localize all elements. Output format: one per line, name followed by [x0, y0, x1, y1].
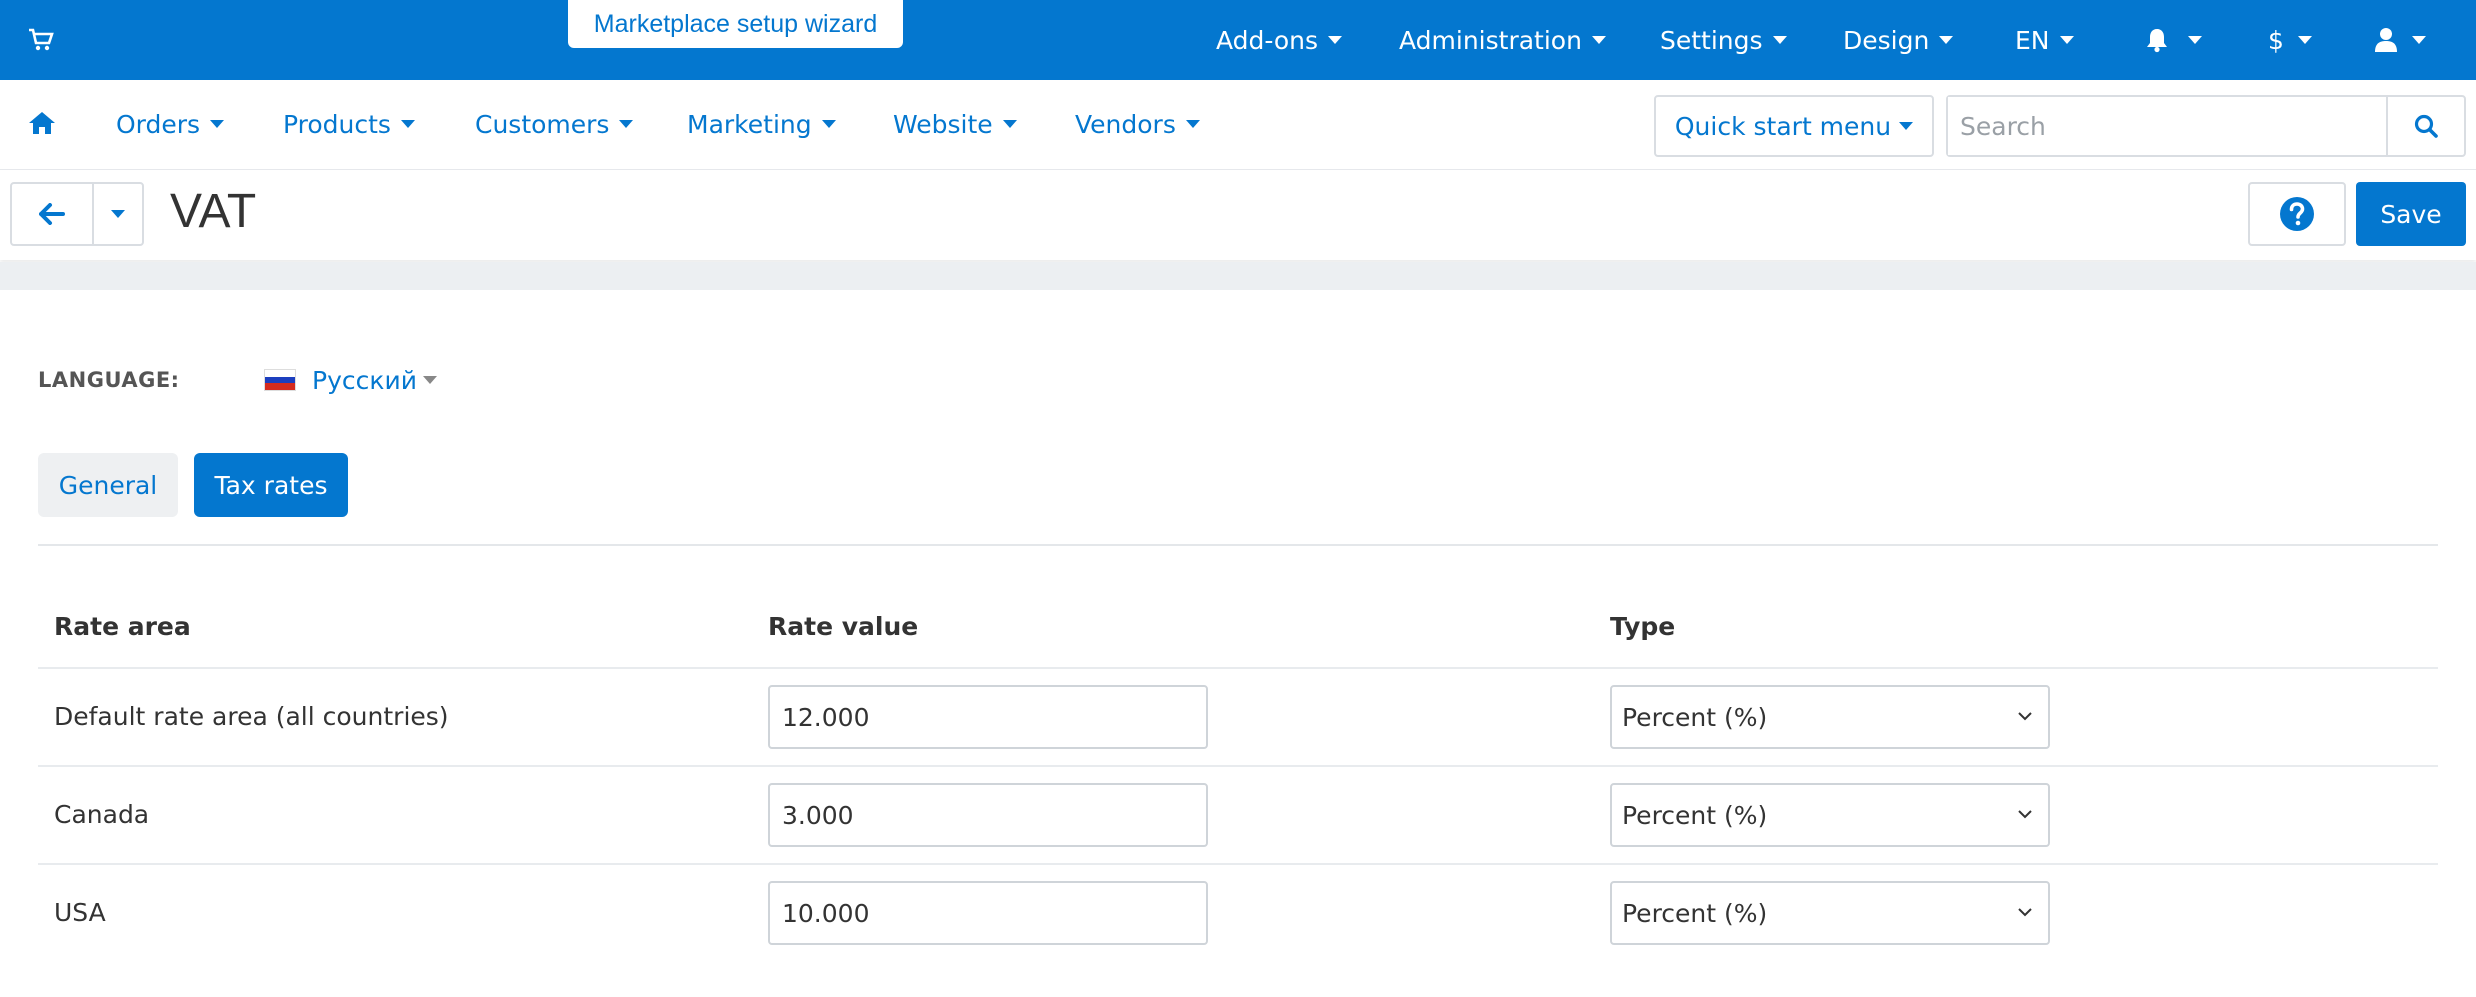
topnav-addons[interactable]: Add-ons: [1216, 20, 1343, 60]
chevron-down-icon: [619, 120, 634, 128]
tab-general[interactable]: General: [38, 453, 178, 517]
chevron-down-icon: [1772, 36, 1787, 44]
language-selected-value: Русский: [312, 365, 417, 395]
chevron-down-icon: [1591, 36, 1606, 44]
rate-value-input[interactable]: [768, 685, 1208, 749]
nav-vendors-label: Vendors: [1075, 109, 1176, 139]
table-row-divider: [38, 863, 2438, 865]
tab-tax-rates[interactable]: Tax rates: [194, 453, 348, 517]
quick-start-menu-label: Quick start menu: [1674, 111, 1892, 141]
column-header-rate-area: Rate area: [54, 612, 191, 641]
topnav-language[interactable]: EN: [2015, 20, 2074, 60]
chevron-down-icon: [2018, 810, 2032, 819]
chevron-down-icon: [111, 210, 125, 218]
rate-type-value: Percent (%): [1622, 800, 1768, 830]
help-button[interactable]: [2248, 182, 2346, 246]
user-icon: [2375, 28, 2397, 52]
chevron-down-icon: [2059, 36, 2074, 44]
page-toolbar: [0, 170, 2476, 260]
language-selector[interactable]: Русский: [264, 362, 437, 398]
topnav-language-label: EN: [2015, 25, 2050, 55]
chevron-down-icon: [1939, 36, 1954, 44]
rate-value-input[interactable]: [768, 881, 1208, 945]
rate-type-select[interactable]: Percent (%): [1610, 783, 2050, 847]
nav-customers-label: Customers: [475, 109, 610, 139]
table-row-divider: [38, 667, 2438, 669]
home-icon[interactable]: [28, 110, 56, 136]
chevron-down-icon: [1328, 36, 1343, 44]
rate-area-cell: USA: [54, 898, 106, 927]
rate-value-input[interactable]: [768, 783, 1208, 847]
rate-type-value: Percent (%): [1622, 702, 1768, 732]
nav-vendors[interactable]: Vendors: [1075, 104, 1200, 144]
chevron-down-icon: [821, 120, 836, 128]
question-icon: [2280, 197, 2314, 231]
topnav-addons-label: Add-ons: [1216, 25, 1319, 55]
chevron-down-icon: [1002, 120, 1017, 128]
nav-marketing-label: Marketing: [687, 109, 812, 139]
bell-icon: [2147, 29, 2167, 53]
marketplace-setup-wizard-button[interactable]: Marketplace setup wizard: [568, 0, 903, 48]
nav-products[interactable]: Products: [283, 104, 415, 144]
rate-type-select[interactable]: Percent (%): [1610, 881, 2050, 945]
chevron-down-icon: [400, 120, 415, 128]
rate-area-cell: Canada: [54, 800, 150, 829]
chevron-down-icon: [2018, 712, 2032, 721]
nav-products-label: Products: [283, 109, 391, 139]
search-box: [1946, 95, 2466, 157]
cart-icon[interactable]: [28, 28, 54, 52]
russia-flag-icon: [264, 369, 296, 391]
topnav-administration-label: Administration: [1399, 25, 1582, 55]
topnav-settings-label: Settings: [1660, 25, 1763, 55]
search-input[interactable]: [1948, 97, 2386, 155]
nav-marketing[interactable]: Marketing: [687, 104, 836, 144]
back-button-group: [10, 182, 144, 246]
column-header-rate-value: Rate value: [768, 612, 919, 641]
topnav-currency[interactable]: $: [2268, 20, 2312, 60]
topnav-design[interactable]: Design: [1843, 20, 1954, 60]
rate-type-select[interactable]: Percent (%): [1610, 685, 2050, 749]
column-header-type: Type: [1610, 612, 1676, 641]
nav-customers[interactable]: Customers: [475, 104, 634, 144]
language-label: LANGUAGE:: [38, 368, 180, 392]
topnav-currency-label: $: [2268, 25, 2284, 55]
table-row-divider: [38, 765, 2438, 767]
chevron-down-icon: [422, 376, 437, 384]
chevron-down-icon: [2297, 36, 2312, 44]
back-dropdown-button[interactable]: [94, 184, 142, 244]
chevron-down-icon: [210, 120, 225, 128]
nav-website[interactable]: Website: [893, 104, 1017, 144]
back-button[interactable]: [12, 184, 94, 244]
topnav-notifications[interactable]: [2144, 20, 2202, 60]
chevron-down-icon: [2188, 36, 2202, 44]
page-title: VAT: [170, 185, 257, 238]
nav-orders-label: Orders: [116, 109, 201, 139]
arrow-left-icon: [39, 203, 65, 225]
topnav-settings[interactable]: Settings: [1660, 20, 1787, 60]
search-button[interactable]: [2386, 97, 2464, 155]
topnav-administration[interactable]: Administration: [1399, 20, 1606, 60]
chevron-down-icon: [2412, 36, 2426, 44]
quick-start-menu-button[interactable]: Quick start menu: [1654, 95, 1934, 157]
nav-orders[interactable]: Orders: [116, 104, 225, 144]
nav-website-label: Website: [893, 109, 993, 139]
topnav-profile[interactable]: [2374, 20, 2426, 60]
save-button[interactable]: Save: [2356, 182, 2466, 246]
rate-area-cell: Default rate area (all countries): [54, 702, 449, 731]
search-icon: [2414, 114, 2438, 138]
rate-type-value: Percent (%): [1622, 898, 1768, 928]
chevron-down-icon: [1185, 120, 1200, 128]
toolbar-shadow-band: [0, 262, 2476, 290]
chevron-down-icon: [2018, 908, 2032, 917]
chevron-down-icon: [1899, 122, 1914, 130]
tabs-divider: [38, 544, 2438, 546]
topnav-design-label: Design: [1843, 25, 1930, 55]
